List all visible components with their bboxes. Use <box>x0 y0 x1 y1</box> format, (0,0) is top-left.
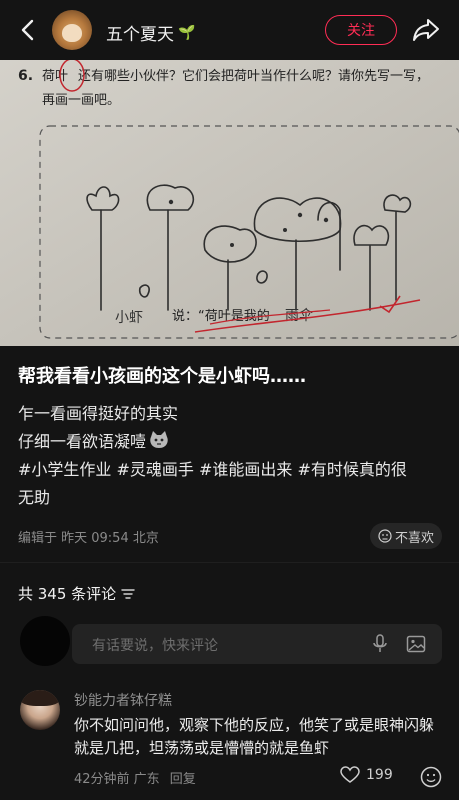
post-tags-line2[interactable]: 无助 <box>18 484 448 512</box>
sprout-icon: 🌱 <box>178 24 196 41</box>
post-body-line2-text: 仔细一看欲语凝噎 <box>18 432 147 451</box>
comment-like-button[interactable]: 199 <box>340 766 393 784</box>
mic-icon[interactable] <box>372 634 388 658</box>
comment-count-text: 共 345 条评论 <box>18 585 117 603</box>
worksheet-line1: 还有哪些小伙伴？它们会把荷叶当作什么呢？请你先写一写， <box>78 68 429 84</box>
comment-meta: 42分钟前 广东 回复 <box>74 768 196 787</box>
comment-time: 42分钟前 广东 <box>74 772 160 787</box>
post-body-line1: 乍一看画得挺好的其实 <box>18 404 179 423</box>
dislike-label: 不喜欢 <box>394 530 434 546</box>
post-title: 帮我看看小孩画的这个是小虾吗…… <box>18 366 306 387</box>
post-meta: 编辑于 昨天 09:54 北京 <box>18 531 159 546</box>
dislike-button[interactable]: 不喜欢 <box>370 523 442 549</box>
post-image[interactable]: 6. 荷叶 还有哪些小伙伴？它们会把荷叶当作什么呢？请你先写一写， 再画一画吧。 <box>0 60 459 346</box>
post-tags-line1[interactable]: #小学生作业 #灵魂画手 #谁能画出来 #有时候真的很 <box>18 456 448 484</box>
worksheet-line2: 再画一画吧。 <box>42 93 120 108</box>
worksheet-prefix: 荷叶 <box>42 69 68 84</box>
dislike-face-icon <box>378 529 392 543</box>
heart-icon <box>340 766 360 783</box>
author-name-text: 五个夏天 <box>106 25 174 45</box>
comment-count[interactable]: 共 345 条评论 <box>18 583 135 604</box>
author-name[interactable]: 五个夏天 🌱 <box>106 20 196 46</box>
author-avatar[interactable] <box>52 10 92 50</box>
question-number: 6. <box>18 68 33 84</box>
image-icon[interactable] <box>406 634 426 658</box>
back-icon[interactable] <box>14 16 42 44</box>
divider <box>0 562 459 563</box>
cat-emoji-icon <box>148 430 170 450</box>
commenter-avatar[interactable] <box>20 690 60 730</box>
handwriting-object: 雨伞 <box>285 307 313 324</box>
handwriting-subject: 小虾 <box>115 310 143 326</box>
my-avatar <box>20 616 70 666</box>
post-body-line2: 仔细一看欲语凝噎 <box>18 428 170 452</box>
follow-button[interactable]: 关注 <box>325 15 397 45</box>
top-bar: 五个夏天 🌱 关注 <box>0 0 459 60</box>
sort-icon[interactable] <box>121 588 135 600</box>
reply-button[interactable]: 回复 <box>170 768 196 787</box>
share-icon[interactable] <box>410 16 442 44</box>
comment-text[interactable]: 你不如问问他，观察下他的反应，他笑了或是眼神闪躲就是几把，坦荡荡或是懵懵的就是鱼… <box>74 714 444 760</box>
commenter-name[interactable]: 钞能力者钵仔糕 <box>74 690 172 710</box>
emoji-reaction-icon[interactable] <box>420 766 442 792</box>
comment-input-placeholder: 有话要说，快来评论 <box>92 638 218 654</box>
post-tags[interactable]: #小学生作业 #灵魂画手 #谁能画出来 #有时候真的很 无助 <box>18 456 448 512</box>
comment-like-count: 199 <box>366 767 393 783</box>
comment-input[interactable]: 有话要说，快来评论 <box>72 624 442 664</box>
